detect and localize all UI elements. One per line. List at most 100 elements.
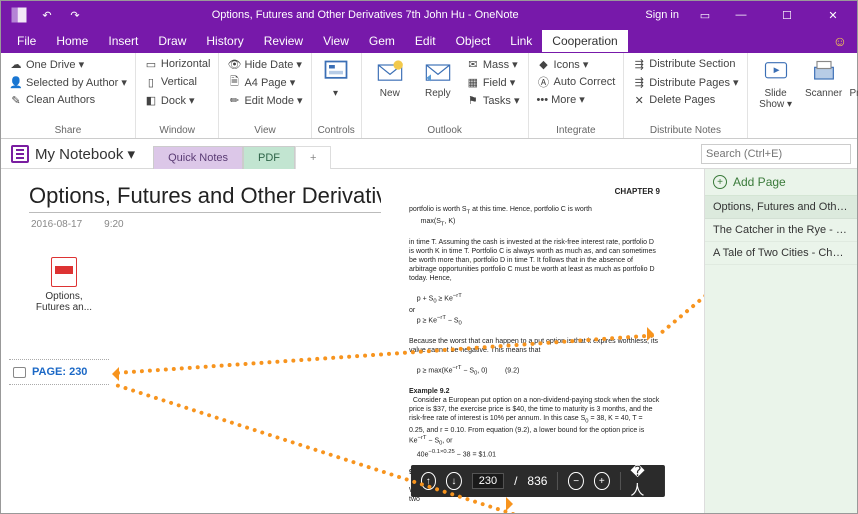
page-number-input[interactable]: 230 (472, 473, 504, 489)
menu-edit[interactable]: Edit (405, 30, 446, 52)
maximize-button[interactable]: ☐ (767, 1, 807, 29)
annotation-arrow-icon (105, 367, 119, 381)
undo-icon[interactable]: ↶ (37, 1, 57, 29)
controls-button[interactable]: ▾ (318, 56, 354, 125)
page-list-panel: + Add Page Options, Futures and Other De… (704, 169, 857, 513)
plus-icon: + (713, 175, 727, 189)
user-icon: 👤 (9, 75, 23, 89)
menu-gem[interactable]: Gem (359, 30, 405, 52)
icons-button[interactable]: ◆Icons ▾ (535, 56, 618, 72)
distribute-section-button[interactable]: ⇶Distribute Section (630, 56, 740, 72)
menu-home[interactable]: Home (46, 30, 98, 52)
page-marker[interactable]: PAGE: 230 (9, 359, 109, 385)
ribbon-group-integrate: ◆Icons ▾ ⒶAuto Correct ••• More ▾ Integr… (529, 53, 625, 138)
a4-page-button[interactable]: 🗎A4 Page ▾ (225, 74, 304, 90)
field-icon: ▦ (466, 75, 480, 89)
ribbon-group-distribute: ⇶Distribute Section ⇶Distribute Pages ▾ … (624, 53, 747, 138)
ribbon-display-icon[interactable]: ▭ (695, 1, 715, 29)
menu-history[interactable]: History (196, 30, 253, 52)
group-label-window: Window (142, 125, 213, 138)
tab-add[interactable]: + (295, 146, 331, 169)
adobe-icon[interactable]: �人 (630, 463, 654, 500)
selected-by-author-button[interactable]: 👤Selected by Author ▾ (7, 74, 129, 90)
ribbon-group-window: ▭Horizontal ▯Vertical ◧Dock ▾ Window (136, 53, 220, 138)
feedback-icon[interactable]: ☺ (833, 33, 847, 49)
flag-icon: ⚑ (466, 93, 480, 107)
one-drive-button[interactable]: ☁One Drive ▾ (7, 56, 129, 72)
delete-pages-button[interactable]: ✕Delete Pages (630, 92, 740, 108)
menu-file[interactable]: File (7, 30, 46, 52)
search-input[interactable] (701, 144, 851, 164)
sign-in-link[interactable]: Sign in (645, 9, 679, 21)
group-label-integrate: Integrate (535, 125, 618, 138)
slide-show-button[interactable]: Slide Show ▾ (754, 56, 798, 125)
group-label-distribute: Distribute Notes (630, 125, 740, 138)
tab-pdf[interactable]: PDF (243, 146, 295, 169)
hide-date-button[interactable]: 👁Hide Date ▾ (225, 56, 304, 72)
menu-link[interactable]: Link (500, 30, 542, 52)
notebook-name: My Notebook ▾ (35, 145, 135, 163)
page-title[interactable]: Options, Futures and Other Derivative (29, 183, 400, 209)
menu-bar: File Home Insert Draw History Review Vie… (1, 29, 857, 53)
section-tabs: Quick Notes PDF + (153, 139, 331, 168)
tab-quick-notes[interactable]: Quick Notes (153, 146, 243, 169)
distribute-pages-icon: ⇶ (632, 75, 646, 89)
zoom-in-button[interactable]: + (594, 472, 610, 490)
main-area: 🗨 ⊞ ⧉ ✕ ⤢ Options, Futures and Other Der… (1, 169, 857, 513)
tasks-button[interactable]: ⚑Tasks ▾ (464, 92, 522, 108)
vertical-button[interactable]: ▯Vertical (142, 74, 213, 90)
minimize-button[interactable]: — (721, 1, 761, 29)
new-mail-icon (376, 58, 404, 86)
auto-correct-button[interactable]: ⒶAuto Correct (535, 74, 618, 90)
horizontal-button[interactable]: ▭Horizontal (142, 56, 213, 72)
controls-icon (322, 58, 350, 86)
group-label-play: Play (754, 125, 858, 138)
group-label-controls: Controls (318, 125, 355, 138)
clean-authors-button[interactable]: ✎Clean Authors (7, 92, 129, 108)
new-button[interactable]: New (368, 56, 412, 125)
pdf-attachment-label: Options, Futures an... (35, 291, 93, 313)
pdf-file-icon (51, 257, 77, 287)
page-canvas[interactable]: 🗨 ⊞ ⧉ ✕ ⤢ Options, Futures and Other Der… (1, 169, 704, 513)
more-button[interactable]: ••• More ▾ (535, 92, 618, 107)
menu-cooperation[interactable]: Cooperation (542, 30, 627, 52)
redo-icon[interactable]: ↷ (65, 1, 85, 29)
page-meta: 2016-08-17 9:20 (31, 219, 124, 230)
field-button[interactable]: ▦Field ▾ (464, 74, 522, 90)
onenote-icon (9, 1, 29, 29)
menu-insert[interactable]: Insert (98, 30, 148, 52)
ribbon-group-outlook: New Reply ✉Mass ▾ ▦Field ▾ ⚑Tasks ▾ Outl… (362, 53, 529, 138)
notebook-selector[interactable]: My Notebook ▾ (1, 145, 145, 163)
dock-button[interactable]: ◧Dock ▾ (142, 92, 213, 108)
page-list-item[interactable]: The Catcher in the Rye - J.D. Salin (705, 219, 857, 242)
broom-icon: ✎ (9, 93, 23, 107)
horizontal-icon: ▭ (144, 57, 158, 71)
page-list-item[interactable]: Options, Futures and Other Deriva (705, 196, 857, 219)
mass-button[interactable]: ✉Mass ▾ (464, 56, 522, 72)
presentation-button[interactable]: P Presentation (850, 56, 858, 125)
zoom-out-button[interactable]: − (568, 472, 584, 490)
window-title: Options, Futures and Other Derivatives 7… (85, 9, 645, 21)
menu-view[interactable]: View (313, 30, 359, 52)
page-down-button[interactable]: ↓ (446, 472, 462, 490)
pdf-attachment[interactable]: Options, Futures an... (35, 257, 93, 313)
comment-icon (13, 367, 26, 378)
menu-object[interactable]: Object (446, 30, 501, 52)
menu-draw[interactable]: Draw (148, 30, 196, 52)
cloud-icon: ☁ (9, 57, 23, 71)
menu-review[interactable]: Review (254, 30, 313, 52)
page-total: 836 (527, 474, 547, 488)
scanner-button[interactable]: Scanner (802, 56, 846, 125)
page-list-item[interactable]: A Tale of Two Cities - Charles Dic (705, 242, 857, 265)
icons-icon: ◆ (537, 57, 551, 71)
pencil-icon: ✏ (227, 93, 241, 107)
add-page-button[interactable]: + Add Page (705, 169, 857, 196)
distribute-pages-button[interactable]: ⇶Distribute Pages ▾ (630, 74, 740, 90)
slideshow-icon (762, 58, 790, 86)
ribbon-group-controls: ▾ Controls (312, 53, 362, 138)
reply-button[interactable]: Reply (416, 56, 460, 125)
edit-mode-button[interactable]: ✏Edit Mode ▾ (225, 92, 304, 108)
eye-off-icon: 👁 (227, 57, 241, 71)
pdf-body-text: portfolio is worth ST at this time. Henc… (409, 205, 660, 504)
close-button[interactable]: ✕ (813, 1, 853, 29)
